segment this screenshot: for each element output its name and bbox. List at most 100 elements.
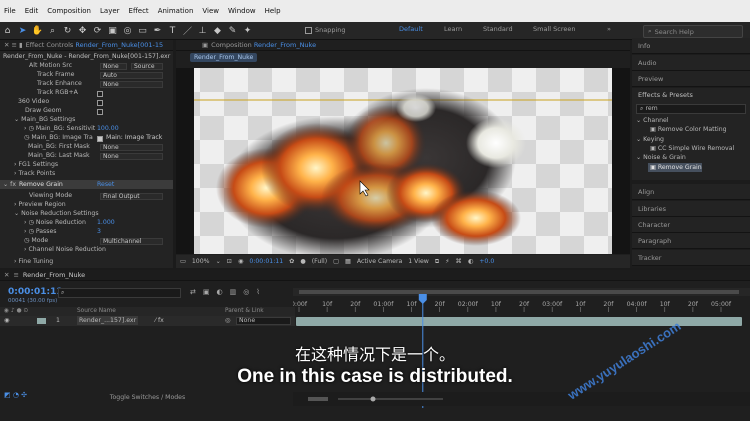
comp-viewer[interactable] bbox=[176, 68, 630, 254]
effect-controls-tab[interactable]: ✕ ≡ ▮ Effect Controls Render_From_Nuke[0… bbox=[0, 40, 173, 51]
menu-view[interactable]: View bbox=[202, 7, 219, 15]
timeline-tab[interactable]: ✕ ≡ Render_From_Nuke bbox=[0, 270, 750, 281]
search-help-input[interactable]: ⌕ Search Help bbox=[643, 25, 743, 38]
effect-cc-simple-wire-removal[interactable]: ▣ CC Simple Wire Removal bbox=[650, 145, 734, 152]
panel-menu-icon[interactable]: ≡ bbox=[13, 271, 18, 279]
close-icon[interactable]: ✕ bbox=[4, 271, 9, 279]
region-of-interest-icon[interactable]: ▢ bbox=[333, 258, 339, 265]
visibility-icon[interactable]: ◉ bbox=[4, 316, 9, 326]
effects-presets-title[interactable]: Effects & Presets bbox=[638, 91, 693, 99]
zoom-out-icon[interactable] bbox=[308, 397, 328, 401]
toggle-switches-modes[interactable]: Toggle Switches / Modes bbox=[0, 392, 295, 404]
libraries-panel-tab[interactable]: Libraries bbox=[632, 201, 750, 217]
stopwatch-icon[interactable]: › ◷ bbox=[24, 219, 36, 226]
snapping-checkbox[interactable] bbox=[305, 27, 312, 34]
info-panel-tab[interactable]: Info bbox=[632, 38, 750, 54]
active-camera-dropdown[interactable]: Active Camera bbox=[357, 258, 402, 265]
menu-effect[interactable]: Effect bbox=[129, 7, 149, 15]
brush-tool-icon[interactable]: ／ bbox=[180, 23, 195, 39]
remove-grain-effect-row[interactable]: ⌄ fx Remove Grain Reset bbox=[0, 180, 173, 189]
composition-timecode[interactable]: 0:00:01:11 bbox=[249, 258, 283, 265]
main-bg-last-mask-dropdown[interactable]: None bbox=[100, 153, 163, 160]
track-frame-dropdown[interactable]: Auto bbox=[100, 72, 163, 79]
flowchart-icon[interactable]: ⌘ bbox=[456, 258, 462, 265]
views-dropdown[interactable]: 1 View bbox=[408, 258, 429, 265]
rectangle-tool-icon[interactable]: ▭ bbox=[135, 23, 150, 39]
composition-tab[interactable]: ▣ Composition Render_From_Nuke bbox=[176, 40, 630, 51]
group-track-points[interactable]: › Track Points bbox=[14, 170, 55, 178]
group-fine-tuning[interactable]: › Fine Tuning bbox=[14, 258, 53, 266]
stopwatch-icon[interactable]: › ◷ bbox=[24, 228, 36, 235]
menu-file[interactable]: File bbox=[4, 7, 16, 15]
source-name-column[interactable]: Source Name bbox=[77, 307, 116, 316]
parent-pickwhip-icon[interactable]: ◎ bbox=[225, 316, 230, 326]
main-bg-first-mask-dropdown[interactable]: None bbox=[100, 144, 163, 151]
group-fg1-settings[interactable]: › FG1 Settings bbox=[14, 161, 58, 169]
graph-editor-icon[interactable]: ⌇ bbox=[256, 288, 259, 296]
fit-icon[interactable]: ⊡ bbox=[227, 258, 232, 265]
parent-dropdown[interactable]: None bbox=[236, 317, 291, 325]
playhead-handle-icon[interactable] bbox=[418, 294, 427, 304]
roto-brush-tool-icon[interactable]: ✎ bbox=[225, 23, 240, 39]
pen-tool-icon[interactable]: ✒ bbox=[150, 23, 165, 39]
menu-composition[interactable]: Composition bbox=[47, 7, 91, 15]
menu-layer[interactable]: Layer bbox=[100, 7, 120, 15]
timeline-timecode[interactable]: 0:00:01:11 bbox=[8, 287, 63, 297]
hand-tool-icon[interactable]: ✋ bbox=[30, 23, 45, 39]
remove-grain-reset-link[interactable]: Reset bbox=[97, 180, 114, 189]
group-main-bg-settings[interactable]: ⌄ Main_BG Settings bbox=[14, 116, 75, 124]
draw-geom-checkbox[interactable] bbox=[97, 109, 103, 115]
zoom-tool-icon[interactable]: ⌕ bbox=[45, 23, 60, 39]
frame-blending-icon[interactable]: ▥ bbox=[230, 288, 237, 296]
composition-breadcrumb[interactable]: Render_From_Nuke bbox=[190, 53, 258, 62]
menu-animation[interactable]: Animation bbox=[158, 7, 194, 15]
pan-behind-tool-icon[interactable]: ◎ bbox=[120, 23, 135, 39]
zoom-dropdown[interactable]: 100% bbox=[192, 258, 210, 265]
mode-dropdown[interactable]: Multichannel bbox=[100, 238, 163, 245]
tree-channel[interactable]: ⌄ Channel bbox=[636, 117, 669, 124]
workspace-default[interactable]: Default bbox=[399, 25, 423, 33]
resolution-dropdown[interactable]: (Full) bbox=[312, 258, 327, 265]
menu-help[interactable]: Help bbox=[265, 7, 281, 15]
group-noise-reduction-settings[interactable]: ⌄ Noise Reduction Settings bbox=[14, 210, 99, 218]
noise-reduction-value[interactable]: 1.000 bbox=[97, 219, 115, 227]
exposure-value[interactable]: +0.0 bbox=[479, 258, 494, 265]
align-panel-tab[interactable]: Align bbox=[632, 184, 750, 200]
group-preview-region[interactable]: › Preview Region bbox=[14, 201, 66, 209]
effect-remove-grain[interactable]: ▣ Remove Grain bbox=[648, 163, 702, 172]
motion-blur-icon[interactable]: ◎ bbox=[243, 288, 249, 296]
tree-keying[interactable]: ⌄ Keying bbox=[636, 136, 664, 143]
effect-remove-color-matting[interactable]: ▣ Remove Color Matting bbox=[650, 126, 727, 133]
main-bg-image-track-checkbox[interactable] bbox=[97, 136, 103, 142]
effects-search-input[interactable]: ⌕ rem bbox=[636, 104, 746, 114]
exposure-icon[interactable]: ◐ bbox=[468, 258, 473, 265]
orbit-tool-icon[interactable]: ↻ bbox=[60, 23, 75, 39]
group-channel-noise-reduction[interactable]: › Channel Noise Reduction bbox=[24, 246, 106, 254]
menu-window[interactable]: Window bbox=[228, 7, 256, 15]
work-area-range[interactable] bbox=[299, 290, 739, 294]
stopwatch-icon[interactable]: ◷ bbox=[28, 125, 35, 132]
rotate-tool-icon[interactable]: ⟳ bbox=[90, 23, 105, 39]
more-workspaces-icon[interactable]: » bbox=[607, 25, 611, 33]
360-video-checkbox[interactable] bbox=[97, 100, 103, 106]
camera-icon[interactable]: ◉ bbox=[238, 258, 243, 265]
selection-tool-icon[interactable]: ➤ bbox=[15, 23, 30, 39]
tracker-panel-tab[interactable]: Tracker bbox=[632, 250, 750, 266]
puppet-tool-icon[interactable]: ✦ bbox=[240, 23, 255, 39]
layer-name[interactable]: Render_...157].exr bbox=[77, 316, 139, 325]
render-icon[interactable]: ⧉ bbox=[435, 258, 439, 266]
menu-edit[interactable]: Edit bbox=[25, 7, 39, 15]
character-panel-tab[interactable]: Character bbox=[632, 217, 750, 233]
zoom-slider-handle[interactable] bbox=[370, 396, 376, 402]
show-channel-icon[interactable]: ● bbox=[300, 258, 305, 265]
comp-mini-flowchart-icon[interactable]: ⇄ bbox=[190, 288, 196, 296]
workspace-standard[interactable]: Standard bbox=[483, 25, 513, 33]
main-bg-sensitivity-value[interactable]: 100.00 bbox=[97, 125, 119, 133]
eye-icon[interactable]: ◉ ♪ ● ⊙ bbox=[4, 307, 28, 316]
transparency-grid-icon[interactable]: ▦ bbox=[345, 258, 351, 265]
pan-tool-icon[interactable]: ✥ bbox=[75, 23, 90, 39]
passes-value[interactable]: 3 bbox=[97, 228, 101, 236]
alt-motion-src2-dropdown[interactable]: Source bbox=[131, 63, 163, 70]
render-time-icon[interactable]: ◩ ◔ ✣ bbox=[4, 391, 27, 399]
type-tool-icon[interactable]: T bbox=[165, 23, 180, 39]
